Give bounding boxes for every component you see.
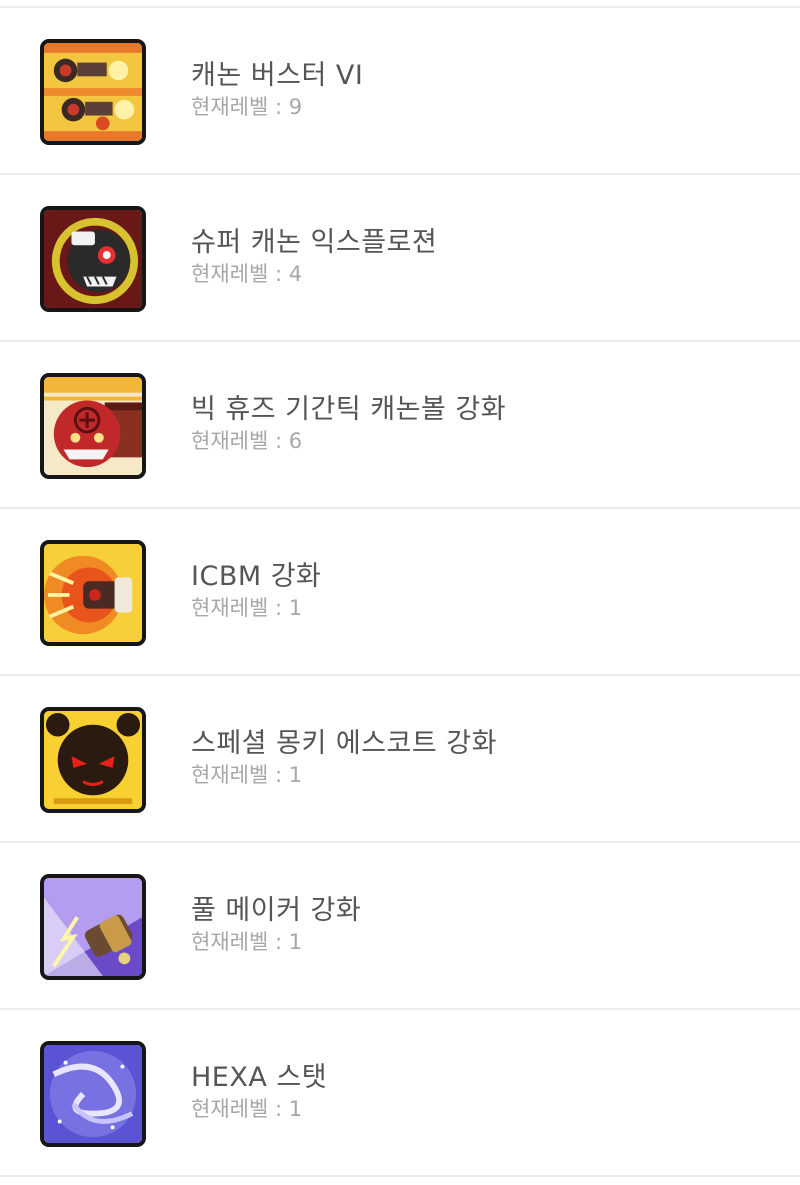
skill-level: 현재레벨 : 1 (191, 596, 303, 620)
skill-name: 스페셜 몽키 에스코트 강화 (191, 728, 497, 759)
hexa-stat-icon (40, 1041, 146, 1147)
skill-row-big-huge-gigantic-cannonball[interactable]: 빅 휴즈 기간틱 캐논볼 강화 현재레벨 : 6 (0, 342, 800, 509)
skill-level: 현재레벨 : 1 (191, 1097, 303, 1121)
skill-row-icbm[interactable]: ICBM 강화 현재레벨 : 1 (0, 509, 800, 676)
skill-text-group: 스페셜 몽키 에스코트 강화 현재레벨 : 1 (191, 726, 497, 790)
skill-level: 현재레벨 : 1 (191, 763, 303, 787)
cannon-buster-icon (40, 39, 146, 145)
skill-row-super-cannon-explosion[interactable]: 슈퍼 캐논 익스플로젼 현재레벨 : 4 (0, 175, 800, 342)
skill-text-group: 캐논 버스터 VI 현재레벨 : 9 (191, 58, 363, 122)
skill-list: 캐논 버스터 VI 현재레벨 : 9 슈퍼 캐논 익스플로젼 현재레벨 : 4 (0, 0, 800, 1177)
pool-maker-icon (40, 874, 146, 980)
skill-name: ICBM 강화 (191, 561, 322, 592)
skill-level: 현재레벨 : 9 (191, 95, 303, 119)
top-divider (0, 0, 800, 8)
special-monkey-escort-icon (40, 707, 146, 813)
skill-row-cannon-buster[interactable]: 캐논 버스터 VI 현재레벨 : 9 (0, 8, 800, 175)
skill-level: 현재레벨 : 4 (191, 262, 303, 286)
skill-level: 현재레벨 : 1 (191, 930, 303, 954)
skill-name: 풀 메이커 강화 (191, 895, 362, 926)
skill-row-hexa-stat[interactable]: HEXA 스탯 현재레벨 : 1 (0, 1010, 800, 1177)
big-huge-gigantic-cannonball-icon (40, 373, 146, 479)
skill-text-group: ICBM 강화 현재레벨 : 1 (191, 559, 321, 623)
icbm-icon (40, 540, 146, 646)
skill-level: 현재레벨 : 6 (191, 429, 303, 453)
skill-name: 슈퍼 캐논 익스플로젼 (191, 227, 438, 258)
skill-text-group: 빅 휴즈 기간틱 캐논볼 강화 현재레벨 : 6 (191, 392, 506, 456)
skill-row-pool-maker[interactable]: 풀 메이커 강화 현재레벨 : 1 (0, 843, 800, 1010)
skill-text-group: HEXA 스탯 현재레벨 : 1 (191, 1060, 327, 1124)
skill-row-special-monkey-escort[interactable]: 스페셜 몽키 에스코트 강화 현재레벨 : 1 (0, 676, 800, 843)
skill-text-group: 슈퍼 캐논 익스플로젼 현재레벨 : 4 (191, 225, 437, 289)
skill-name: 캐논 버스터 VI (191, 60, 364, 91)
skill-name: 빅 휴즈 기간틱 캐논볼 강화 (191, 394, 507, 425)
skill-name: HEXA 스탯 (191, 1062, 328, 1093)
super-cannon-explosion-icon (40, 206, 146, 312)
skill-text-group: 풀 메이커 강화 현재레벨 : 1 (191, 893, 361, 957)
